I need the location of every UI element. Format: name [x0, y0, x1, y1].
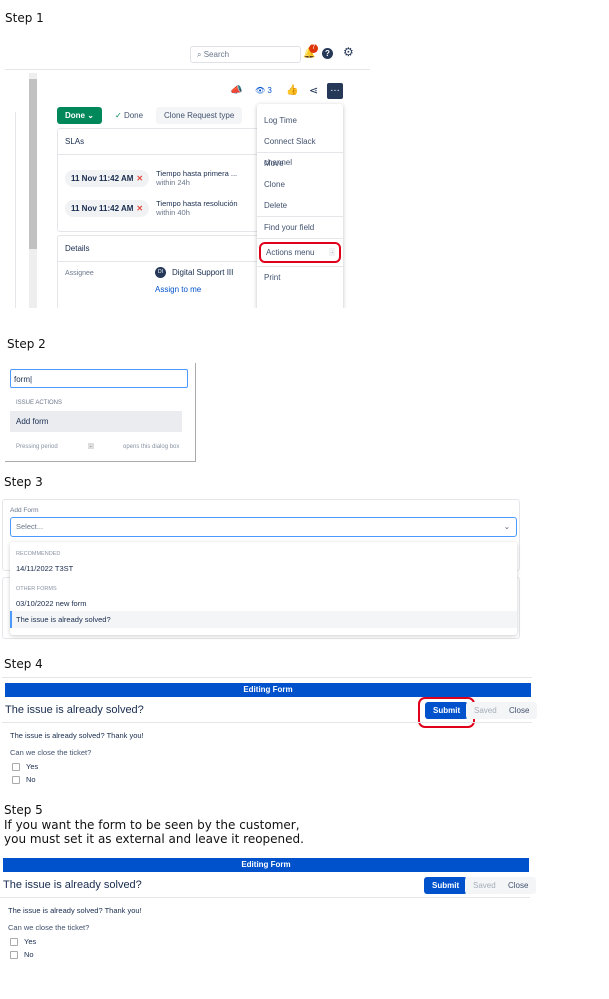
menu-item-print[interactable]: Print	[257, 267, 343, 288]
group-recommended: RECOMMENDED	[16, 551, 61, 557]
header-divider	[5, 69, 370, 70]
option-selected[interactable]: The issue is already solved?	[10, 611, 517, 628]
sla-time: 11 Nov 11:42 AM ✕	[65, 199, 150, 217]
breached-icon: ✕	[136, 173, 144, 183]
submit-button[interactable]: Submit	[424, 877, 468, 894]
search-icon: ⌕	[197, 50, 202, 59]
menu-item-delete[interactable]: Delete	[257, 195, 343, 216]
close-button[interactable]: Close	[501, 702, 538, 719]
actions-dialog: form| ISSUE ACTIONS Add form Pressing pe…	[5, 363, 196, 462]
group-other: OTHER FORMS	[16, 586, 57, 592]
checkbox-no[interactable]: No	[12, 775, 36, 785]
menu-item-log-time[interactable]: Log Time	[257, 110, 343, 131]
actions-search-input[interactable]: form|	[10, 369, 188, 388]
slas-panel: SLAs 11 Nov 11:42 AM ✕ Tiempo hasta primer…	[57, 128, 269, 232]
form-select[interactable]: Select... ⌄	[10, 517, 517, 537]
step-4-label: Step 4	[4, 657, 43, 671]
breached-icon: ✕	[136, 203, 144, 213]
chevron-down-icon: ⌄	[503, 522, 510, 531]
hint-text-right: opens this dialog box	[123, 444, 180, 450]
form-intro: The issue is already solved? Thank you!	[10, 731, 144, 740]
menu-item-find-field[interactable]: Find your field	[257, 217, 343, 238]
checkbox-yes[interactable]: Yes	[10, 937, 36, 947]
slas-title: SLAs	[58, 129, 268, 155]
help-icon[interactable]: ?	[322, 48, 333, 59]
step-1-label: Step 1	[5, 11, 44, 25]
form-title: The issue is already solved?	[3, 879, 142, 891]
scrollbar[interactable]	[29, 73, 37, 308]
saved-button: Saved	[465, 877, 504, 894]
notification-badge: 7	[309, 44, 318, 53]
status-button[interactable]: Done ⌄	[57, 107, 102, 124]
close-button[interactable]: Close	[500, 877, 537, 894]
assign-to-me-link[interactable]: Assign to me	[155, 285, 201, 294]
like-icon[interactable]: 👍	[286, 85, 298, 96]
announce-icon[interactable]: 📣	[230, 85, 242, 96]
step-3-label: Step 3	[4, 475, 43, 489]
step5-note: If you want the form to be seen by the c…	[4, 818, 304, 846]
step1-screenshot: ⌕ Search 🔔 7 ? ⚙ 📣 👁 3 👍 ⋖ … Done ⌄ ✓ Don…	[5, 40, 370, 308]
checkbox-yes[interactable]: Yes	[12, 762, 38, 772]
menu-item-connect-slack[interactable]: Connect Slack channel	[257, 131, 343, 167]
form-title: The issue is already solved?	[5, 704, 144, 716]
more-actions-menu: Log Time Connect Slack channel Move Clon…	[257, 104, 343, 308]
avatar: DI	[155, 267, 166, 278]
sla-list: 11 Nov 11:42 AM ✕ Tiempo hasta primera ...…	[58, 155, 268, 231]
sla-item: 11 Nov 11:42 AM ✕ Tiempo hasta resolución w…	[65, 193, 261, 223]
option[interactable]: 14/11/2022 T3ST	[16, 564, 73, 573]
step-5-label: Step 5	[4, 803, 43, 817]
saved-button: Saved	[466, 702, 505, 719]
more-actions-button[interactable]: …	[327, 83, 343, 99]
option[interactable]: 03/10/2022 new form	[16, 599, 86, 608]
shortcut-key: .	[329, 248, 335, 256]
assignee-label: Assignee	[65, 270, 94, 277]
submit-button[interactable]: Submit	[425, 702, 469, 719]
settings-icon[interactable]: ⚙	[343, 45, 354, 59]
hint-text: Pressing period	[16, 444, 58, 450]
assignee[interactable]: DI Digital Support III	[155, 267, 233, 278]
editing-form-bar: Editing Form	[5, 683, 531, 697]
sla-item: 11 Nov 11:42 AM ✕ Tiempo hasta primera ...…	[65, 163, 261, 193]
hint-key: .	[88, 443, 94, 449]
clone-request-type-button[interactable]: Clone Request type	[156, 107, 243, 124]
menu-item-actions-menu[interactable]: Actions menu.	[259, 242, 341, 263]
details-title: Details	[58, 236, 268, 262]
menu-item-clone[interactable]: Clone	[257, 174, 343, 195]
step-2-label: Step 2	[7, 337, 46, 351]
menu-item-move[interactable]: Move	[257, 153, 343, 174]
add-form-label: Add Form	[10, 507, 39, 514]
notifications-icon[interactable]: 🔔 7	[303, 44, 318, 59]
checkbox-no[interactable]: No	[10, 950, 34, 960]
section-header: ISSUE ACTIONS	[16, 400, 63, 406]
share-icon[interactable]: ⋖	[309, 84, 318, 97]
result-add-form[interactable]: Add form	[10, 411, 182, 432]
editing-form-bar: Editing Form	[3, 858, 529, 872]
details-panel: Details Assignee DI Digital Support III A…	[57, 235, 269, 308]
form-intro: The issue is already solved? Thank you!	[8, 906, 142, 915]
search-input[interactable]: ⌕ Search	[190, 46, 301, 63]
form-question: Can we close the ticket?	[10, 748, 92, 757]
form-options: RECOMMENDED 14/11/2022 T3ST OTHER FORMS …	[10, 542, 517, 635]
left-panel	[5, 112, 16, 308]
resolution: ✓ Done	[115, 111, 144, 120]
watchers[interactable]: 👁 3	[255, 86, 272, 95]
sla-time: 11 Nov 11:42 AM ✕	[65, 169, 150, 187]
form-question: Can we close the ticket?	[8, 923, 90, 932]
